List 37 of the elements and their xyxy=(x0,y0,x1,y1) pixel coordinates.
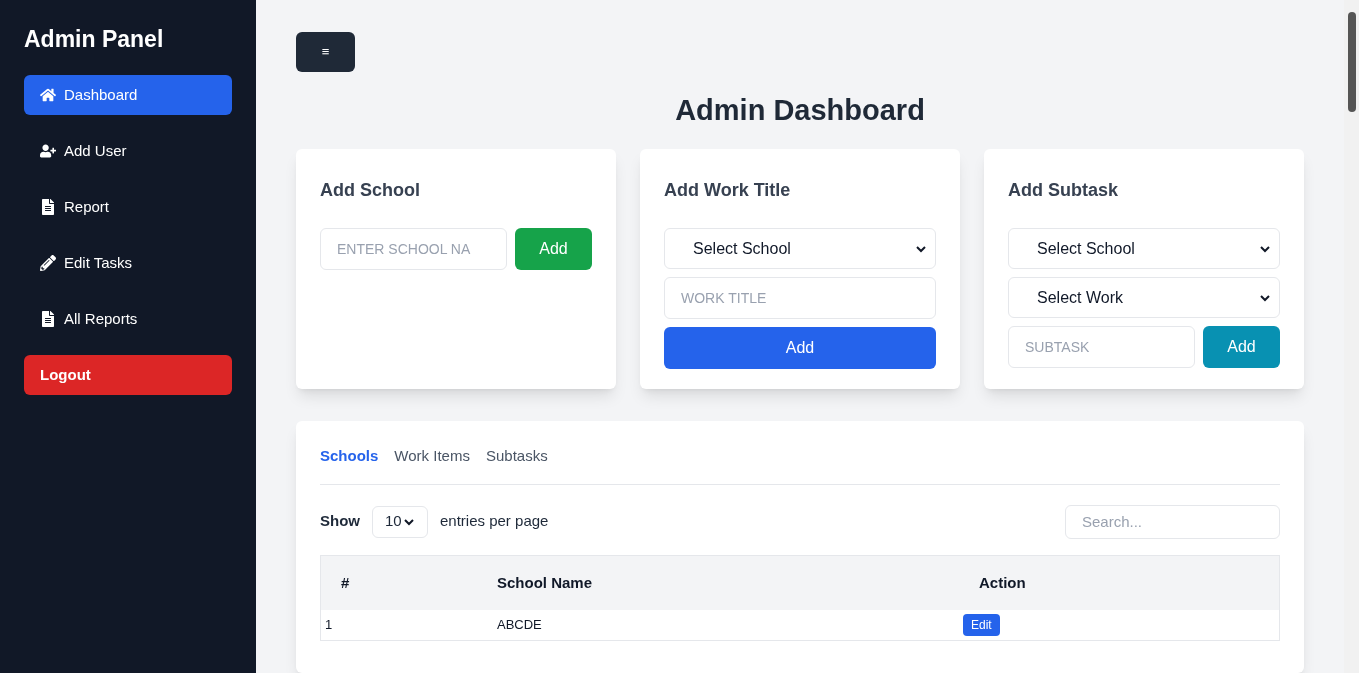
select-dropdown[interactable]: Select School xyxy=(664,228,936,269)
select-dropdown[interactable]: Select School xyxy=(1008,228,1280,269)
home-icon xyxy=(40,87,56,103)
card-title: Add Subtask xyxy=(1008,179,1119,202)
sidebar-title: Admin Panel xyxy=(24,28,165,51)
entries-label: entries per page xyxy=(440,511,549,532)
sidebar-item[interactable]: All Reports xyxy=(24,299,232,339)
sidebar-item[interactable]: Dashboard xyxy=(24,75,232,115)
edit-button[interactable]: Edit xyxy=(963,614,1000,636)
sidebar-item[interactable]: Edit Tasks xyxy=(24,243,232,283)
logout-button[interactable]: Logout xyxy=(24,355,232,395)
document-icon xyxy=(40,311,56,327)
column-header: School Name xyxy=(496,572,594,593)
add-button[interactable]: Add xyxy=(664,327,936,369)
text-input-field[interactable]: SUBTASK xyxy=(1008,326,1195,368)
sidebar-item[interactable]: Report xyxy=(24,187,232,227)
entries-select[interactable]: 10 xyxy=(372,505,428,538)
add-button[interactable]: Add xyxy=(1203,326,1280,368)
select-dropdown[interactable]: Select Work xyxy=(1008,277,1280,318)
tab[interactable]: Schools xyxy=(320,445,379,468)
page-title: Admin Dashboard xyxy=(674,96,926,125)
tab[interactable]: Work Items xyxy=(394,445,470,468)
show-label: Show xyxy=(320,511,360,532)
column-header: # xyxy=(340,572,351,593)
card-title: Add School xyxy=(320,179,421,202)
document-icon xyxy=(40,199,56,215)
table-cell-text: 1 xyxy=(324,616,334,635)
sidebar-item[interactable]: Add User xyxy=(24,131,232,171)
search-field[interactable]: Search... xyxy=(1065,504,1280,539)
tab[interactable]: Subtasks xyxy=(485,445,548,468)
menu-button[interactable]: ≡ xyxy=(296,32,355,72)
text-input-field[interactable]: WORK TITLE xyxy=(664,277,936,319)
add-user-icon xyxy=(40,143,56,159)
pencil-icon xyxy=(40,255,56,271)
card-title: Add Work Title xyxy=(664,179,792,202)
text-input-field[interactable]: ENTER SCHOOL NA xyxy=(320,228,507,270)
column-header: Action xyxy=(979,572,1027,593)
